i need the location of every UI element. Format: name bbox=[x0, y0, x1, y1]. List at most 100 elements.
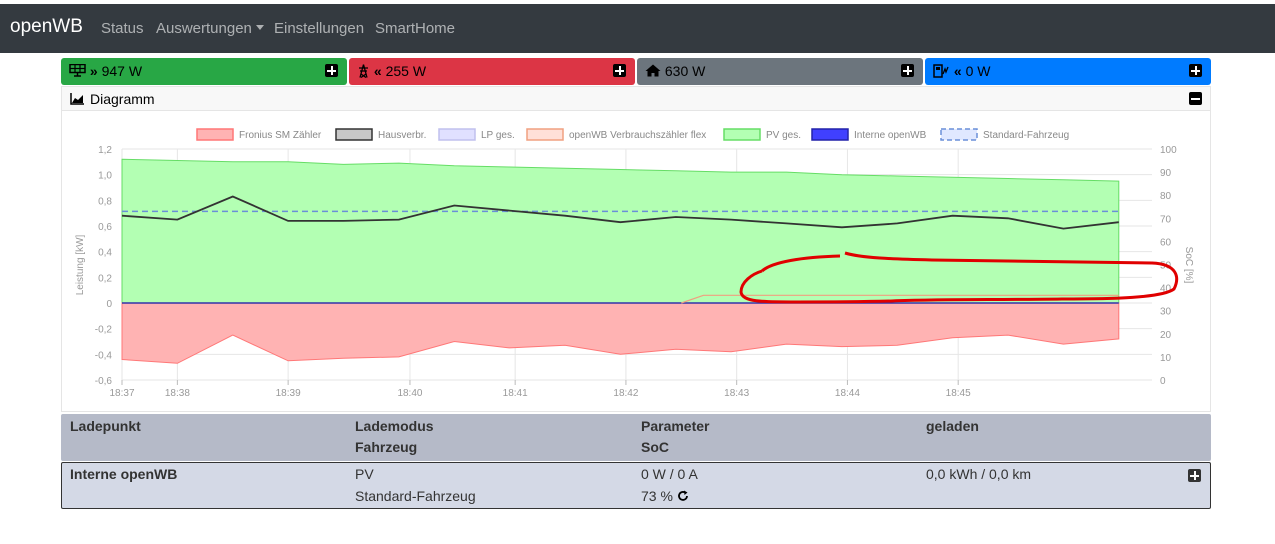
legend-swatch bbox=[940, 128, 978, 141]
navbar: openWB Status Auswertungen Einstellungen… bbox=[0, 4, 1275, 53]
y-axis-label: Leistung [kW] bbox=[75, 234, 86, 295]
y2-tick-label: 90 bbox=[1160, 168, 1172, 179]
y2-tick-label: 30 bbox=[1160, 307, 1172, 318]
evu-value: 255 W bbox=[385, 63, 427, 79]
x-tick-label: 18:45 bbox=[946, 388, 971, 399]
legend-label: Interne openWB bbox=[854, 130, 927, 141]
expand-plus-icon[interactable] bbox=[325, 64, 338, 77]
loadpoint-name: Interne openWB bbox=[70, 466, 178, 482]
charge-parameter: 0 W / 0 A bbox=[641, 466, 698, 482]
house-value: 630 W bbox=[664, 63, 706, 79]
x-tick-label: 18:44 bbox=[835, 388, 860, 399]
y2-tick-label: 70 bbox=[1160, 214, 1172, 225]
battery-value: 0 W bbox=[965, 63, 991, 79]
y2-tick-label: 0 bbox=[1160, 376, 1166, 387]
legend-swatch bbox=[335, 128, 373, 141]
battery-stat-box[interactable]: « 0 W bbox=[925, 58, 1211, 85]
double-chevron-left-icon: « bbox=[953, 63, 962, 79]
x-tick-label: 18:38 bbox=[165, 388, 190, 399]
house-stat-box[interactable]: 630 W bbox=[637, 58, 923, 85]
nav-auswertungen[interactable]: Auswertungen bbox=[156, 20, 264, 37]
solar-panel-icon bbox=[69, 63, 86, 77]
power-chart: Fronius SM Zähler Hausverbr. LP ges. openWB… bbox=[75, 128, 1194, 399]
y-tick-label: 1,0 bbox=[98, 171, 112, 182]
legend-label: PV ges. bbox=[766, 130, 801, 141]
legend-label: LP ges. bbox=[481, 130, 515, 141]
x-tick-label: 18:41 bbox=[503, 388, 528, 399]
brand[interactable]: openWB bbox=[10, 16, 83, 38]
header-parameter: Parameter bbox=[641, 418, 710, 434]
charge-mode[interactable]: PV bbox=[355, 466, 374, 482]
diagram-title: Diagramm bbox=[90, 91, 155, 107]
x-tick-label: 18:37 bbox=[109, 388, 134, 399]
power-pylon-icon bbox=[359, 64, 368, 79]
diagram-panel: Diagramm Fronius SM Zähler Hausverbr. LP g… bbox=[61, 86, 1211, 412]
nav-smarthome[interactable]: SmartHome bbox=[375, 20, 455, 37]
y-tick-label: 0,4 bbox=[98, 248, 112, 259]
y-tick-label: 0,2 bbox=[98, 273, 112, 284]
y2-tick-label: 10 bbox=[1160, 353, 1172, 364]
house-stat: 630 W bbox=[645, 63, 705, 79]
collapse-minus-icon[interactable] bbox=[1189, 92, 1202, 105]
x-tick-label: 18:40 bbox=[397, 388, 422, 399]
legend-label: Hausverbr. bbox=[378, 130, 426, 141]
evu-stat-box[interactable]: « 255 W bbox=[349, 58, 635, 85]
legend-swatch bbox=[438, 128, 476, 141]
double-chevron-right-icon: » bbox=[89, 63, 98, 79]
soc-value-wrap: 73 % bbox=[641, 488, 689, 504]
house-icon bbox=[645, 64, 661, 77]
expand-plus-icon[interactable] bbox=[901, 64, 914, 77]
nav-einstellungen[interactable]: Einstellungen bbox=[274, 20, 364, 37]
y-tick-label: 0,6 bbox=[98, 222, 112, 233]
header-ladepunkt: Ladepunkt bbox=[70, 418, 141, 434]
legend-swatch bbox=[723, 128, 761, 141]
legend-swatch bbox=[526, 128, 564, 141]
y-tick-label: 0 bbox=[106, 299, 112, 310]
legend-swatch bbox=[196, 128, 234, 141]
header-soc: SoC bbox=[641, 439, 669, 455]
pv-stat: » 947 W bbox=[69, 63, 142, 79]
y2-tick-label: 20 bbox=[1160, 330, 1172, 341]
evu-stat: « 255 W bbox=[357, 63, 426, 79]
expand-plus-icon[interactable] bbox=[1188, 469, 1201, 482]
y2-tick-label: 100 bbox=[1160, 145, 1177, 156]
y-tick-label: 1,2 bbox=[98, 145, 112, 156]
x-tick-label: 18:39 bbox=[276, 388, 301, 399]
nav-auswertungen-label: Auswertungen bbox=[156, 20, 252, 37]
y-tick-label: -0,2 bbox=[95, 325, 113, 336]
nav-status[interactable]: Status bbox=[101, 20, 144, 37]
caret-down-icon bbox=[255, 25, 264, 30]
pv-stat-box[interactable]: » 947 W bbox=[61, 58, 347, 85]
header-fahrzeug: Fahrzeug bbox=[355, 439, 418, 455]
legend-label: Fronius SM Zähler bbox=[239, 130, 322, 141]
refresh-icon[interactable] bbox=[677, 490, 689, 502]
y2-tick-label: 80 bbox=[1160, 191, 1172, 202]
x-tick-label: 18:43 bbox=[724, 388, 749, 399]
header-geladen: geladen bbox=[926, 418, 979, 434]
legend-swatch bbox=[811, 128, 849, 141]
diagram-header[interactable]: Diagramm bbox=[62, 87, 1210, 111]
table-row[interactable]: Interne openWB PV Standard-Fahrzeug 0 W … bbox=[61, 462, 1211, 509]
pv-area bbox=[121, 158, 1120, 304]
charged-amount: 0,0 kWh / 0,0 km bbox=[926, 466, 1032, 482]
legend-label: openWB Verbrauchszähler flex bbox=[569, 130, 706, 141]
pv-value: 947 W bbox=[101, 63, 143, 79]
vehicle-name: Standard-Fahrzeug bbox=[355, 488, 476, 504]
y-tick-label: -0,6 bbox=[95, 376, 113, 387]
header-lademodus: Lademodus bbox=[355, 418, 434, 434]
loadpoint-table-header: Ladepunkt Lademodus Fahrzeug Parameter S… bbox=[61, 414, 1211, 461]
area-chart-icon bbox=[70, 93, 84, 105]
y2-tick-label: 60 bbox=[1160, 237, 1172, 248]
soc-value: 73 % bbox=[641, 488, 673, 504]
y2-axis-label: SoC [%] bbox=[1183, 247, 1194, 284]
y-tick-label: 0,8 bbox=[98, 196, 112, 207]
battery-stat: « 0 W bbox=[933, 63, 990, 79]
expand-plus-icon[interactable] bbox=[613, 64, 626, 77]
expand-plus-icon[interactable] bbox=[1189, 64, 1202, 77]
car-battery-icon bbox=[933, 64, 949, 78]
x-tick-label: 18:42 bbox=[613, 388, 638, 399]
y-tick-label: -0,4 bbox=[95, 350, 113, 361]
double-chevron-left-icon: « bbox=[373, 63, 382, 79]
legend-label: Standard-Fahrzeug bbox=[983, 130, 1069, 141]
chart-legend: Fronius SM Zähler Hausverbr. LP ges. openWB… bbox=[196, 128, 1069, 141]
